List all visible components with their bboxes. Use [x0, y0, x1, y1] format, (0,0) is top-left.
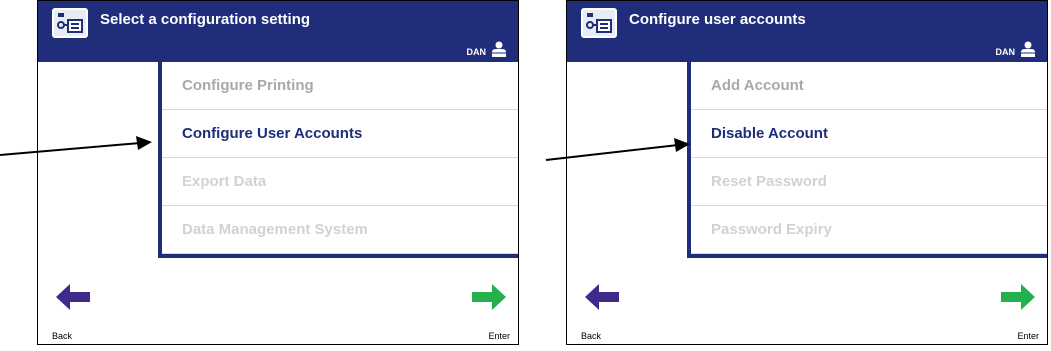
annotation-arrows	[0, 136, 690, 161]
pointer-arrow-right	[545, 138, 690, 161]
pointer-arrow-left	[0, 136, 152, 156]
